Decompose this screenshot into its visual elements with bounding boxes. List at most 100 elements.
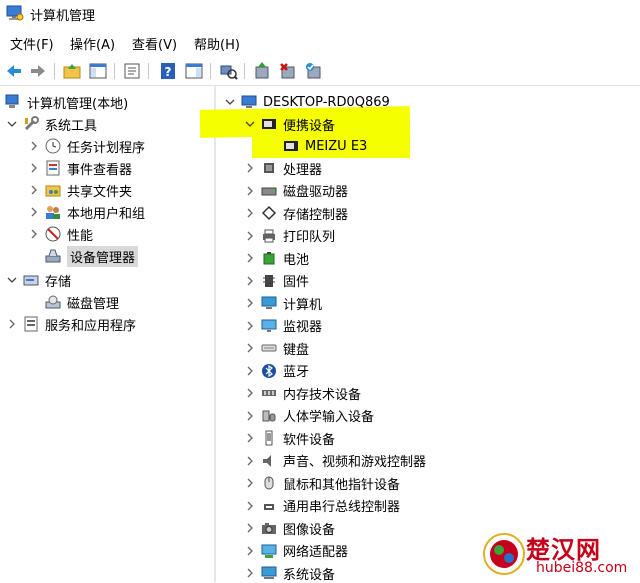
chevron-right-icon[interactable]: [28, 140, 40, 152]
chevron-down-icon[interactable]: [244, 118, 256, 130]
performance-icon: [44, 225, 62, 243]
device-category-label: 电池: [283, 252, 310, 268]
clock-icon: [44, 137, 62, 155]
device-category-row[interactable]: 人体学输入设备: [244, 406, 374, 426]
chevron-right-icon[interactable]: [244, 477, 256, 489]
device-category-row[interactable]: 打印队列: [244, 226, 335, 246]
device-category-label: 处理器: [283, 162, 323, 178]
tree-item-label: 共享文件夹: [67, 184, 133, 200]
device-category-row[interactable]: 蓝牙: [244, 361, 309, 381]
back-arrow-icon[interactable]: [4, 61, 24, 81]
device-category-portable[interactable]: 便携设备: [244, 114, 335, 134]
chevron-right-icon[interactable]: [244, 500, 256, 512]
chevron-right-icon[interactable]: [244, 207, 256, 219]
tree-item-label: 设备管理器: [67, 245, 139, 267]
chevron-right-icon[interactable]: [244, 387, 256, 399]
uninstall-device-icon[interactable]: [278, 61, 298, 81]
device-category-label: 监视器: [283, 320, 323, 335]
chevron-right-icon[interactable]: [28, 162, 40, 174]
chevron-right-icon[interactable]: [244, 365, 256, 377]
tree-item-event-viewer[interactable]: 事件查看器: [28, 158, 132, 178]
chevron-right-icon[interactable]: [244, 275, 256, 287]
scan-hardware-icon[interactable]: [218, 61, 238, 81]
chevron-right-icon[interactable]: [244, 297, 256, 309]
up-folder-icon[interactable]: [62, 61, 82, 81]
chevron-right-icon[interactable]: [244, 342, 256, 354]
device-category-label: 通用串行总线控制器: [283, 500, 401, 515]
network-icon: [260, 542, 278, 560]
device-category-row[interactable]: 监视器: [244, 316, 322, 336]
device-manager-icon: [44, 247, 62, 265]
mouse-icon: [260, 474, 278, 492]
hid-icon: [260, 407, 278, 425]
forward-arrow-icon[interactable]: [28, 61, 48, 81]
menu-view[interactable]: 查看(V): [130, 34, 179, 53]
computer-icon: [240, 93, 258, 111]
enable-device-icon[interactable]: [304, 61, 324, 81]
chevron-down-icon[interactable]: [6, 118, 18, 130]
tree-item-services[interactable]: 服务和应用程序: [6, 314, 136, 334]
chevron-right-icon[interactable]: [244, 320, 256, 332]
computer-management-icon: [6, 5, 24, 21]
show-hide-tree-icon[interactable]: [88, 61, 108, 81]
tools-icon: [22, 115, 40, 133]
chevron-right-icon[interactable]: [244, 567, 256, 579]
device-meizu-e3[interactable]: MEIZU E3: [282, 136, 367, 156]
device-category-row[interactable]: 声音、视频和游戏控制器: [244, 451, 426, 471]
tree-item-disk-management[interactable]: 磁盘管理: [44, 292, 119, 312]
chevron-right-icon[interactable]: [244, 252, 256, 264]
tree-item-local-users[interactable]: 本地用户和组: [28, 202, 145, 222]
chevron-right-icon[interactable]: [28, 184, 40, 196]
tree-item-task-scheduler[interactable]: 任务计划程序: [28, 136, 145, 156]
chevron-right-icon[interactable]: [244, 410, 256, 422]
chevron-right-icon[interactable]: [28, 228, 40, 240]
tree-item-storage[interactable]: 存储: [6, 270, 71, 290]
device-category-row[interactable]: 内存技术设备: [244, 383, 361, 403]
chevron-down-icon[interactable]: [6, 274, 18, 286]
device-category-row[interactable]: 电池: [244, 248, 309, 268]
device-category-row[interactable]: 计算机: [244, 293, 322, 313]
menu-help[interactable]: 帮助(H): [192, 34, 242, 53]
device-category-row[interactable]: 存储控制器: [244, 203, 348, 223]
chevron-right-icon[interactable]: [28, 206, 40, 218]
computer-icon: [260, 294, 278, 312]
window-title: 计算机管理: [30, 9, 96, 24]
tree-item-performance[interactable]: 性能: [28, 224, 93, 244]
device-category-row[interactable]: 鼠标和其他指针设备: [244, 473, 400, 493]
device-category-row[interactable]: 键盘: [244, 338, 309, 358]
update-driver-icon[interactable]: [252, 61, 272, 81]
chevron-down-icon[interactable]: [224, 96, 236, 108]
tree-root[interactable]: 计算机管理(本地): [4, 92, 128, 112]
menu-file[interactable]: 文件(F): [8, 34, 56, 53]
portable-device-icon: [282, 137, 300, 155]
device-category-row[interactable]: 通用串行总线控制器: [244, 496, 400, 516]
keyboard-icon: [260, 339, 278, 357]
chevron-right-icon[interactable]: [244, 162, 256, 174]
chevron-right-icon[interactable]: [244, 185, 256, 197]
cpu-icon: [260, 159, 278, 177]
device-category-label: 键盘: [283, 342, 310, 358]
chevron-right-icon[interactable]: [6, 318, 18, 330]
chevron-right-icon[interactable]: [244, 432, 256, 444]
device-category-row[interactable]: 固件: [244, 271, 309, 291]
chevron-right-icon[interactable]: [244, 522, 256, 534]
device-category-row[interactable]: 软件设备: [244, 428, 335, 448]
help-icon[interactable]: ?: [158, 61, 178, 81]
device-category-row[interactable]: 网络适配器: [244, 541, 348, 561]
tree-item-system-tools[interactable]: 系统工具: [6, 114, 97, 134]
properties-icon[interactable]: [122, 61, 142, 81]
disk-management-icon: [44, 293, 62, 311]
menu-action[interactable]: 操作(A): [68, 34, 117, 53]
device-category-row[interactable]: 系统设备: [244, 563, 335, 583]
tree-item-device-manager[interactable]: 设备管理器: [44, 245, 139, 267]
device-category-label: 软件设备: [283, 432, 336, 448]
tree-item-shared-folders[interactable]: 共享文件夹: [28, 180, 132, 200]
chevron-right-icon[interactable]: [244, 455, 256, 467]
chevron-right-icon[interactable]: [244, 545, 256, 557]
device-tree-root[interactable]: DESKTOP-RD0Q869: [224, 92, 390, 112]
device-category-row[interactable]: 磁盘驱动器: [244, 181, 348, 201]
chevron-right-icon[interactable]: [244, 230, 256, 242]
show-action-pane-icon[interactable]: [184, 61, 204, 81]
device-category-row[interactable]: 图像设备: [244, 518, 335, 538]
device-category-row[interactable]: 处理器: [244, 158, 322, 178]
